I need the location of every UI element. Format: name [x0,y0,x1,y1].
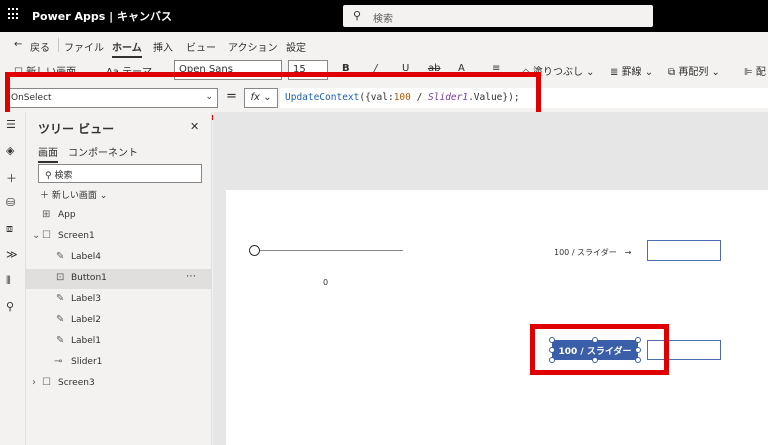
tree-item-label: Label3 [71,294,102,304]
align-label: 配 [755,67,766,78]
slider-handle[interactable] [249,245,260,256]
tree-view-title: ツリー ビュー [38,122,115,136]
close-icon[interactable]: ✕ [190,120,199,133]
media-icon[interactable]: ⧈ [6,222,13,236]
label-icon: ✎ [56,335,65,346]
left-rail: ☰ ◈ ＋ ⛁ ⧈ ≫ ⦀ ⚲ [0,112,26,445]
tree-item-label: Slider1 [71,357,103,367]
tree-item-label: App [58,210,76,220]
screen-icon: ☐ [42,230,51,241]
border-label: 罫線 [621,67,642,78]
slider-value-label: 0 [323,278,329,287]
align-button[interactable]: ⊫ 配 [744,63,766,78]
reorder-button[interactable]: ⧉ 再配列 ⌄ [668,63,720,78]
slider-track[interactable] [260,250,403,251]
tree-search-placeholder: 検索 [54,171,73,181]
highlight-box-button [530,324,669,375]
screen-icon: ☐ [42,377,51,388]
label-icon: ✎ [56,251,65,262]
tree-item-button1[interactable]: ⊡ Button1 ⋯ [26,269,212,289]
tree-item-label: Label4 [71,252,102,262]
search-icon: ⚲ [353,9,362,22]
app-icon: ⊞ [42,209,51,220]
tree-item-label3[interactable]: ✎ Label3 [26,290,212,310]
app-mode: キャンバス [117,10,173,23]
slider-icon: ⊸ [54,356,63,367]
menu-insert[interactable]: 挿入 [153,39,173,54]
label-icon: ✎ [56,293,65,304]
app-name: Power Apps [32,10,106,23]
menu-file[interactable]: ファイル [64,39,104,54]
tree-item-label: Screen3 [58,378,95,388]
tree-item-app[interactable]: ⊞ App [26,206,212,226]
chevron-down-icon[interactable]: ⌄ [32,230,40,241]
tree-item-label4[interactable]: ✎ Label4 [26,248,212,268]
app-screen[interactable] [226,190,768,445]
menu-action[interactable]: アクション [228,39,278,54]
tree-item-label: Label2 [71,315,102,325]
menu-bar: ← 戻る ファイル ホーム 挿入 ビュー アクション 設定 [0,32,768,58]
app-title: Power Apps | キャンバス [32,8,172,24]
output-label-1[interactable] [647,240,721,261]
global-search-input[interactable]: ⚲ 検索 [343,5,653,27]
app-launcher-icon[interactable] [8,8,20,20]
tree-new-screen-label: 新しい画面 [51,191,97,201]
label-icon: ✎ [56,314,65,325]
tree-item-label: Label1 [71,336,102,346]
tree-item-label: Button1 [71,273,107,283]
button-icon: ⊡ [56,272,65,283]
tab-screens[interactable]: 画面 [38,144,58,163]
variables-icon[interactable]: ⦀ [6,274,11,288]
menu-view[interactable]: ビュー [186,39,216,54]
menu-home[interactable]: ホーム [112,39,142,58]
menu-back[interactable]: 戻る [30,39,50,54]
flow-icon[interactable]: ≫ [6,248,18,261]
layers-icon[interactable]: ◈ [6,144,14,157]
back-arrow-icon[interactable]: ← [14,39,22,50]
reorder-label: 再配列 [678,67,709,78]
tree-item-screen1[interactable]: ⌄ ☐ Screen1 [26,227,212,247]
hamburger-icon[interactable]: ☰ [6,118,16,131]
tree-item-label2[interactable]: ✎ Label2 [26,311,212,331]
menu-settings[interactable]: 設定 [286,39,306,54]
chevron-right-icon[interactable]: › [32,377,36,388]
tab-components[interactable]: コンポーネント [68,144,138,159]
plus-icon[interactable]: ＋ [6,170,17,186]
search-placeholder: 検索 [373,14,393,25]
title-bar: Power Apps | キャンバス ⚲ 検索 [0,0,768,32]
menu-divider [58,38,59,52]
tree-new-screen-button[interactable]: ＋ 新しい画面 ⌄ [40,188,107,201]
tree-view-panel: ツリー ビュー ✕ 画面 コンポーネント ⚲ 検索 ＋ 新しい画面 ⌄ ⊞ Ap… [26,112,212,445]
border-button[interactable]: ≣ 罫線 ⌄ [610,63,653,78]
more-options-icon[interactable]: ⋯ [186,271,196,282]
database-icon[interactable]: ⛁ [6,196,15,209]
formula-label: 100 / スライダー → [554,248,632,257]
title-separator: | [109,10,114,23]
tree-item-label: Screen1 [58,231,95,241]
tree-item-slider1[interactable]: ⊸ Slider1 [26,353,212,373]
tree-item-screen3[interactable]: › ☐ Screen3 [26,374,212,394]
tree-search-input[interactable]: ⚲ 検索 [38,164,202,183]
search-rail-icon[interactable]: ⚲ [6,300,14,313]
tree-item-label1[interactable]: ✎ Label1 [26,332,212,352]
